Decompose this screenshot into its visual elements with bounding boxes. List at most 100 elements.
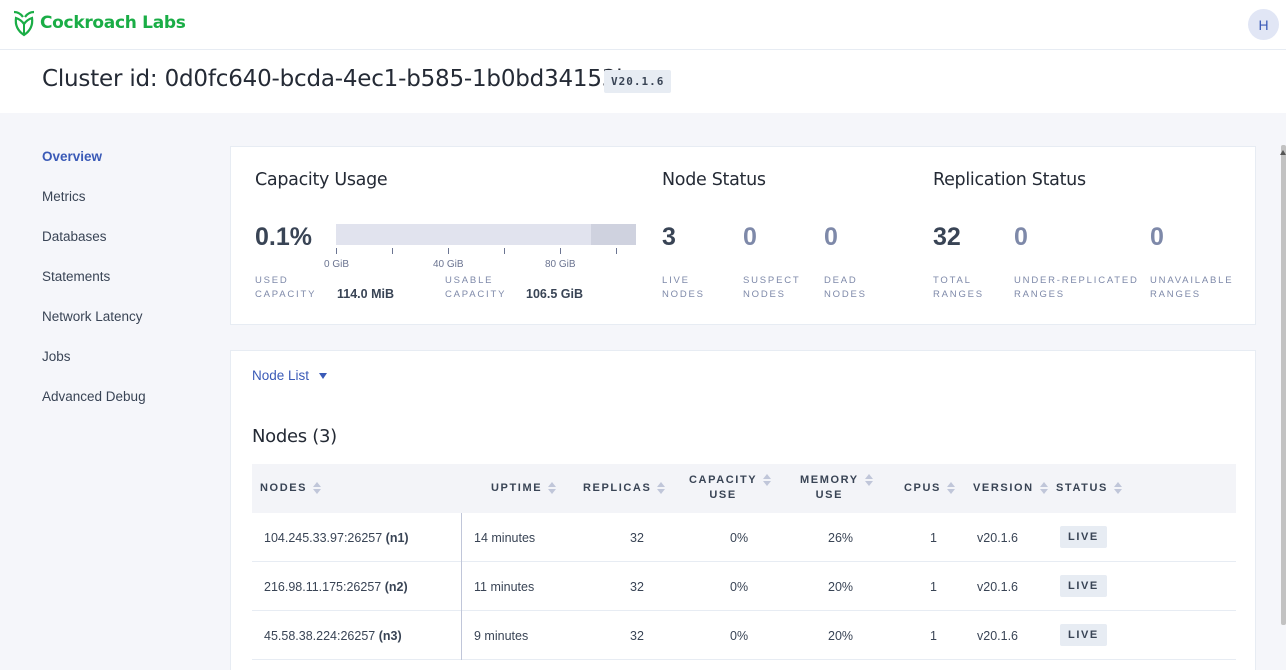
replicas-cell: 32: [630, 580, 644, 594]
scroll-up-icon[interactable]: [1280, 150, 1286, 155]
usable-capacity-label-line1: USABLE: [445, 275, 494, 286]
column-header-version[interactable]: VERSION: [973, 481, 1048, 496]
dead-nodes-count: 0: [824, 223, 838, 251]
column-header-nodes[interactable]: NODES: [260, 481, 322, 496]
capacity-cell: 0%: [730, 629, 749, 643]
usable-capacity-label-line2: CAPACITY: [445, 289, 507, 300]
version-cell: v20.1.6: [977, 580, 1019, 594]
page-header: Cluster id: 0d0fc640-bcda-4ec1-b585-1b0b…: [0, 50, 1286, 113]
cpus-cell: 1: [930, 531, 937, 545]
node-list-header: Node List: [230, 350, 1256, 399]
capacity-cell: 0%: [730, 531, 749, 545]
dead-nodes-label-line2: NODES: [824, 289, 867, 300]
column-header-memory-use[interactable]: MEMORY USE: [800, 473, 873, 503]
node-list-dropdown[interactable]: Node List: [252, 368, 328, 383]
under-replicated-label-line1: UNDER-REPLICATED: [1014, 275, 1139, 286]
node-address-cell[interactable]: 104.245.33.97:26257 (n1): [264, 531, 409, 545]
replication-status-title: Replication Status: [933, 170, 1086, 190]
column-header-uptime[interactable]: UPTIME: [491, 481, 557, 496]
column-header-replicas[interactable]: REPLICAS: [583, 481, 666, 496]
node-address-cell[interactable]: 45.58.38.224:26257 (n3): [264, 629, 402, 643]
replicas-cell: 32: [630, 629, 644, 643]
capacity-cell: 0%: [730, 580, 749, 594]
version-cell: v20.1.6: [977, 629, 1019, 643]
capacity-usage-title: Capacity Usage: [255, 170, 388, 190]
capacity-tick-label: 0 GiB: [324, 259, 350, 270]
suspect-nodes-label-line1: SUSPECT: [743, 275, 801, 286]
column-header-status[interactable]: STATUS: [1056, 481, 1122, 496]
table-row[interactable]: 216.98.11.175:26257 (n2) 11 minutes 32 0…: [252, 562, 1236, 611]
sort-icon: [1039, 482, 1048, 495]
capacity-tick-label: 80 GiB: [545, 259, 576, 270]
used-capacity-value: 114.0 MiB: [337, 287, 394, 301]
capacity-bar-tick: [336, 248, 337, 254]
sidebar-item-statements[interactable]: Statements: [42, 269, 146, 309]
column-header-cpus[interactable]: CPUS: [904, 481, 955, 496]
sort-icon: [1113, 482, 1122, 495]
sort-icon: [763, 474, 772, 486]
sidebar-item-databases[interactable]: Databases: [42, 229, 146, 269]
dead-nodes-label-line1: DEAD: [824, 275, 858, 286]
uptime-cell: 14 minutes: [474, 531, 536, 545]
under-replicated-label: UNDER-REPLICATED RANGES: [1014, 274, 1139, 302]
status-badge: LIVE: [1060, 575, 1107, 597]
sidebar-item-jobs[interactable]: Jobs: [42, 349, 146, 389]
page-title: Cluster id: 0d0fc640-bcda-4ec1-b585-1b0b…: [42, 66, 644, 92]
total-ranges-label-line2: RANGES: [933, 289, 984, 300]
column-header-nodes-label: NODES: [260, 482, 308, 494]
cpus-cell: 1: [930, 580, 937, 594]
suspect-nodes-count: 0: [743, 223, 757, 251]
version-cell: v20.1.6: [977, 531, 1019, 545]
unavailable-ranges-label: UNAVAILABLE RANGES: [1150, 274, 1233, 302]
vertical-scrollbar[interactable]: [1281, 145, 1286, 625]
cockroach-logo-icon: [13, 10, 35, 37]
replicas-cell: 32: [630, 531, 644, 545]
total-ranges-label: TOTAL RANGES: [933, 274, 984, 302]
sidebar-item-network-latency[interactable]: Network Latency: [42, 309, 146, 349]
capacity-bar-tick: [616, 248, 617, 254]
user-avatar[interactable]: H: [1248, 9, 1279, 40]
column-header-version-label: VERSION: [973, 482, 1034, 494]
column-header-uptime-label: UPTIME: [491, 482, 543, 494]
node-address-cell[interactable]: 216.98.11.175:26257 (n2): [264, 580, 408, 594]
under-replicated-count: 0: [1014, 223, 1028, 251]
cpus-cell: 1: [930, 629, 937, 643]
capacity-bar-unusable: [591, 224, 636, 245]
logo[interactable]: Cockroach Labs: [12, 9, 186, 37]
node-address: 216.98.11.175:26257: [264, 580, 382, 594]
caret-down-icon: [319, 372, 328, 379]
sidebar-item-overview[interactable]: Overview: [42, 149, 146, 189]
sidebar-item-metrics[interactable]: Metrics: [42, 189, 146, 229]
node-list-dropdown-label: Node List: [252, 368, 310, 383]
node-id: (n2): [384, 580, 408, 594]
cluster-summary-card: Capacity Usage 0.1% 0 GiB 40 GiB 80 GiB …: [230, 146, 1256, 325]
capacity-bar-tick: [504, 248, 505, 254]
capacity-bar-tick: [392, 248, 393, 254]
sidebar-item-advanced-debug[interactable]: Advanced Debug: [42, 389, 146, 429]
column-header-replicas-label: REPLICAS: [583, 482, 652, 494]
column-header-capacity-use[interactable]: CAPACITY USE: [689, 473, 772, 503]
table-row[interactable]: 45.58.38.224:26257 (n3) 9 minutes 32 0% …: [252, 611, 1236, 660]
memory-cell: 26%: [828, 531, 854, 545]
node-address: 104.245.33.97:26257: [264, 531, 383, 545]
column-divider: [461, 513, 462, 562]
top-bar: Cockroach Labs H: [0, 0, 1286, 50]
column-header-capacity-label-2: USE: [709, 489, 737, 501]
column-divider: [461, 611, 462, 660]
nodes-table-title: Nodes (3): [252, 426, 337, 447]
capacity-percent: 0.1%: [255, 223, 312, 251]
capacity-tick-label: 40 GiB: [433, 259, 464, 270]
usable-capacity-label: USABLE CAPACITY: [445, 274, 506, 302]
memory-cell: 20%: [828, 580, 854, 594]
live-nodes-label: LIVE NODES: [662, 274, 705, 302]
column-header-memory-label: MEMORY: [800, 474, 859, 486]
capacity-bar: [336, 224, 636, 245]
uptime-cell: 9 minutes: [474, 629, 529, 643]
used-capacity-label: USED CAPACITY: [255, 274, 316, 302]
table-row[interactable]: 104.245.33.97:26257 (n1) 14 minutes 32 0…: [252, 513, 1236, 562]
live-nodes-label-line2: NODES: [662, 289, 705, 300]
used-capacity-label-line2: CAPACITY: [255, 289, 317, 300]
node-address: 45.58.38.224:26257: [264, 629, 376, 643]
total-ranges-label-line1: TOTAL: [933, 275, 972, 286]
node-list-panel: Nodes (3) NODES UPTIME REPLICAS CAPACITY…: [230, 398, 1256, 670]
